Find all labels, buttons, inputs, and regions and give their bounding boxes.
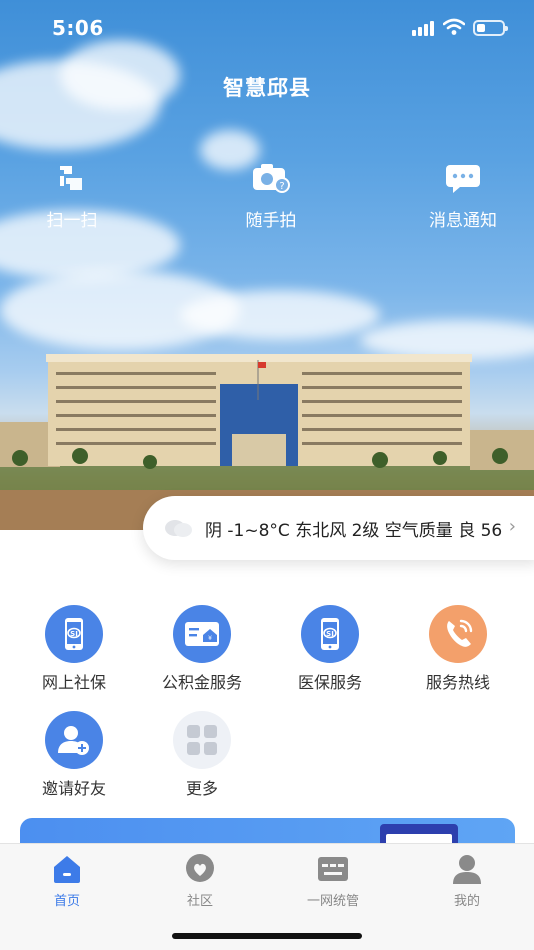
phone-hotline-icon (429, 605, 487, 663)
service-housing-fund[interactable]: ¥ 公积金服务 (147, 605, 257, 693)
unified-management-icon (318, 857, 348, 881)
service-label: 服务热线 (425, 673, 490, 692)
service-label: 医保服务 (297, 673, 362, 692)
service-label: 公积金服务 (161, 673, 242, 692)
status-time: 5:06 (52, 16, 104, 40)
notifications-button[interactable]: 消息通知 (403, 158, 523, 231)
tab-home[interactable]: 首页 (17, 852, 117, 909)
wifi-icon (443, 18, 465, 35)
scan-label: 扫一扫 (46, 211, 98, 231)
cellular-signal-icon (412, 20, 436, 36)
community-icon (186, 854, 214, 882)
tab-profile-label: 我的 (453, 894, 480, 909)
camera-icon: ? (253, 164, 290, 193)
service-invite-friend[interactable]: 邀请好友 (19, 711, 129, 799)
invite-friend-icon (45, 711, 103, 769)
tab-community-label: 社区 (186, 894, 213, 909)
tab-unified-management-label: 一网统管 (306, 894, 359, 909)
hero-banner: 5:06 智慧邱县 扫一扫 ? 随手拍 消息通知 (0, 0, 534, 530)
scan-icon (60, 166, 82, 190)
scan-button[interactable]: 扫一扫 (12, 158, 132, 231)
battery-icon (473, 20, 508, 36)
service-label: 网上社保 (41, 673, 106, 692)
service-more[interactable]: 更多 (147, 711, 257, 799)
notifications-label: 消息通知 (429, 211, 497, 231)
snapshot-label: 随手拍 (245, 211, 297, 231)
snapshot-button[interactable]: ? 随手拍 (211, 158, 331, 231)
svg-text:¥: ¥ (208, 635, 212, 642)
chevron-right-icon: › (508, 516, 516, 537)
service-online-social-security[interactable]: SI 网上社保 (19, 605, 129, 693)
svg-text:SI: SI (326, 630, 334, 638)
weather-text: 阴 -1~8°C 东北风 2级 空气质量 良 56 (205, 521, 503, 541)
weather-card[interactable]: 阴 -1~8°C 东北风 2级 空气质量 良 56 › (143, 496, 534, 560)
svg-text:SI: SI (70, 630, 78, 638)
profile-icon (453, 855, 481, 884)
service-label: 更多 (185, 779, 218, 798)
message-icon (446, 165, 480, 193)
svg-text:?: ? (279, 181, 284, 192)
medical-insurance-phone-icon: SI (301, 605, 359, 663)
service-medical-insurance[interactable]: SI 医保服务 (275, 605, 385, 693)
tab-unified-management[interactable]: 一网统管 (283, 852, 383, 909)
cloud-icon (165, 520, 192, 537)
service-hotline[interactable]: 服务热线 (403, 605, 513, 693)
tab-community[interactable]: 社区 (150, 852, 250, 909)
app-title: 智慧邱县 (223, 76, 311, 100)
cloud (180, 290, 380, 340)
housing-fund-icon: ¥ (173, 605, 231, 663)
social-security-phone-icon: SI (45, 605, 103, 663)
home-icon (54, 856, 80, 883)
tab-home-label: 首页 (53, 894, 80, 909)
home-indicator (172, 933, 362, 939)
tab-profile[interactable]: 我的 (417, 852, 517, 909)
more-grid-icon (173, 711, 231, 769)
service-label: 邀请好友 (41, 779, 106, 798)
status-bar: 5:06 (0, 0, 534, 56)
